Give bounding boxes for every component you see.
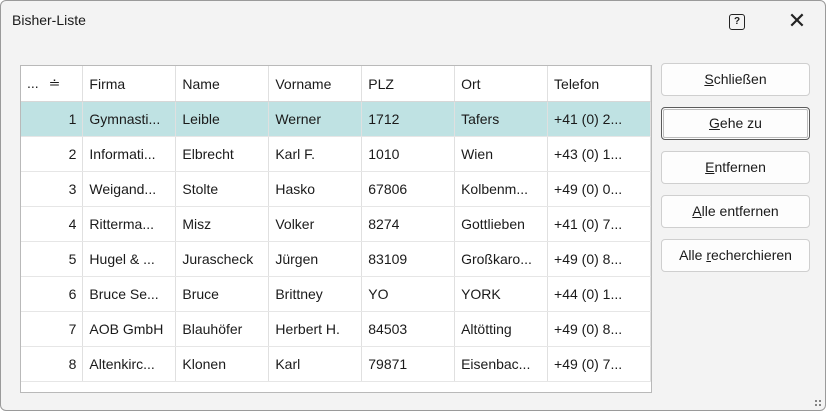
cell-plz: 84503 xyxy=(361,311,456,347)
cell-name: Misz xyxy=(175,206,270,242)
mnemonic: S xyxy=(704,71,714,87)
table-row[interactable]: 3 Weigand... Stolte Hasko 67806 Kolbenm... +49… xyxy=(21,171,651,207)
cell-ort: YORK xyxy=(454,276,549,312)
sort-icon: ≐ xyxy=(48,75,61,91)
button-label: lle entfernen xyxy=(701,203,779,219)
cell-vorname: Karl F. xyxy=(268,136,363,172)
cell-name: Elbrecht xyxy=(175,136,270,172)
cell-plz: 79871 xyxy=(361,346,456,382)
table-row[interactable]: 5 Hugel & ... Jurascheck Jürgen 83109 Großkar… xyxy=(21,241,651,277)
cell-firma: Weigand... xyxy=(82,171,177,207)
table-row[interactable]: 2 Informati... Elbrecht Karl F. 1010 Wien +43 … xyxy=(21,136,651,172)
cell-telefon: +49 (0) 0... xyxy=(547,171,651,207)
help-icon[interactable]: ? xyxy=(729,14,745,30)
cell-telefon: +49 (0) 8... xyxy=(547,241,651,277)
cell-vorname: Volker xyxy=(268,206,363,242)
cell-firma: AOB GmbH xyxy=(82,311,177,347)
mnemonic: A xyxy=(692,203,702,219)
cell-name: Leible xyxy=(175,101,270,137)
cell-plz: 1712 xyxy=(361,101,456,137)
cell-index: 8 xyxy=(21,346,84,382)
header-row: ... ≐ Firma Name Vorname PLZ Ort Telefon xyxy=(21,66,651,102)
cell-plz: 83109 xyxy=(361,241,456,277)
cell-telefon: +49 (0) 7... xyxy=(547,346,651,382)
column-header-name[interactable]: Name xyxy=(175,66,270,102)
cell-ort: Gottlieben xyxy=(454,206,549,242)
cell-telefon: +44 (0) 1... xyxy=(547,276,651,312)
column-header-vorname[interactable]: Vorname xyxy=(268,66,363,102)
title-bar: Bisher-Liste ? ✕ xyxy=(1,1,825,45)
cell-vorname: Herbert H. xyxy=(268,311,363,347)
cell-ort: Tafers xyxy=(454,101,549,137)
close-icon[interactable]: ✕ xyxy=(786,10,808,32)
column-header-index[interactable]: ... ≐ xyxy=(21,66,84,102)
close-button[interactable]: Schließen xyxy=(661,63,810,96)
cell-vorname: Jürgen xyxy=(268,241,363,277)
cell-name: Blauhöfer xyxy=(175,311,270,347)
results-grid[interactable]: ... ≐ Firma Name Vorname PLZ Ort Telefon… xyxy=(20,65,652,393)
cell-vorname: Hasko xyxy=(268,171,363,207)
button-label-prefix: Alle xyxy=(679,247,707,263)
cell-telefon: +41 (0) 7... xyxy=(547,206,651,242)
cell-vorname: Karl xyxy=(268,346,363,382)
cell-index: 3 xyxy=(21,171,84,207)
cell-name: Klonen xyxy=(175,346,270,382)
cell-ort: Großkaro... xyxy=(454,241,549,277)
table-body: 1 Gymnasti... Leible Werner 1712 Tafers +41 (0… xyxy=(21,101,651,382)
cell-name: Bruce xyxy=(175,276,270,312)
table-row[interactable]: 8 Altenkirc... Klonen Karl 79871 Eisenbac... +… xyxy=(21,346,651,382)
cell-ort: Altötting xyxy=(454,311,549,347)
cell-index: 1 xyxy=(21,101,84,137)
cell-plz: 8274 xyxy=(361,206,456,242)
cell-telefon: +43 (0) 1... xyxy=(547,136,651,172)
cell-index: 4 xyxy=(21,206,84,242)
column-header-firma[interactable]: Firma xyxy=(82,66,177,102)
cell-index: 5 xyxy=(21,241,84,277)
cell-firma: Informati... xyxy=(82,136,177,172)
cell-firma: Ritterma... xyxy=(82,206,177,242)
cell-telefon: +41 (0) 2... xyxy=(547,101,651,137)
mnemonic: G xyxy=(709,115,720,131)
cell-ort: Kolbenm... xyxy=(454,171,549,207)
cell-ort: Wien xyxy=(454,136,549,172)
button-label: chließen xyxy=(713,71,767,87)
cell-firma: Bruce Se... xyxy=(82,276,177,312)
cell-index: 2 xyxy=(21,136,84,172)
goto-button[interactable]: Gehe zu xyxy=(661,107,810,140)
remove-button[interactable]: Entfernen xyxy=(661,151,810,184)
column-header-telefon[interactable]: Telefon xyxy=(547,66,651,102)
cell-name: Jurascheck xyxy=(175,241,270,277)
button-label: ntfernen xyxy=(714,159,766,175)
cell-plz: 1010 xyxy=(361,136,456,172)
cell-vorname: Werner xyxy=(268,101,363,137)
remove-all-button[interactable]: Alle entfernen xyxy=(661,195,810,228)
button-label: ehe zu xyxy=(719,115,762,131)
button-label: echerchieren xyxy=(710,247,792,263)
cell-index: 7 xyxy=(21,311,84,347)
cell-plz: YO xyxy=(361,276,456,312)
dialog-title: Bisher-Liste xyxy=(12,12,86,28)
table-row[interactable]: 4 Ritterma... Misz Volker 8274 Gottlieben +41 … xyxy=(21,206,651,242)
bisher-liste-dialog: Bisher-Liste ? ✕ ... ≐ Firma Name Vornam… xyxy=(0,0,826,411)
research-all-button[interactable]: Alle recherchieren xyxy=(661,239,810,272)
table-row[interactable]: 7 AOB GmbH Blauhöfer Herbert H. 84503 Altötti… xyxy=(21,311,651,347)
cell-index: 6 xyxy=(21,276,84,312)
cell-firma: Altenkirc... xyxy=(82,346,177,382)
cell-ort: Eisenbac... xyxy=(454,346,549,382)
cell-firma: Hugel & ... xyxy=(82,241,177,277)
table-row[interactable]: 6 Bruce Se... Bruce Brittney YO YORK +44 (0) 1… xyxy=(21,276,651,312)
resize-grip-icon[interactable] xyxy=(814,399,822,407)
cell-telefon: +49 (0) 8... xyxy=(547,311,651,347)
cell-vorname: Brittney xyxy=(268,276,363,312)
table-row[interactable]: 1 Gymnasti... Leible Werner 1712 Tafers +41 (0… xyxy=(21,101,651,137)
column-header-plz[interactable]: PLZ xyxy=(361,66,456,102)
results-table: ... ≐ Firma Name Vorname PLZ Ort Telefon… xyxy=(21,66,651,382)
cell-plz: 67806 xyxy=(361,171,456,207)
cell-firma: Gymnasti... xyxy=(82,101,177,137)
column-header-label: ... xyxy=(27,75,39,91)
cell-name: Stolte xyxy=(175,171,270,207)
column-header-ort[interactable]: Ort xyxy=(454,66,549,102)
